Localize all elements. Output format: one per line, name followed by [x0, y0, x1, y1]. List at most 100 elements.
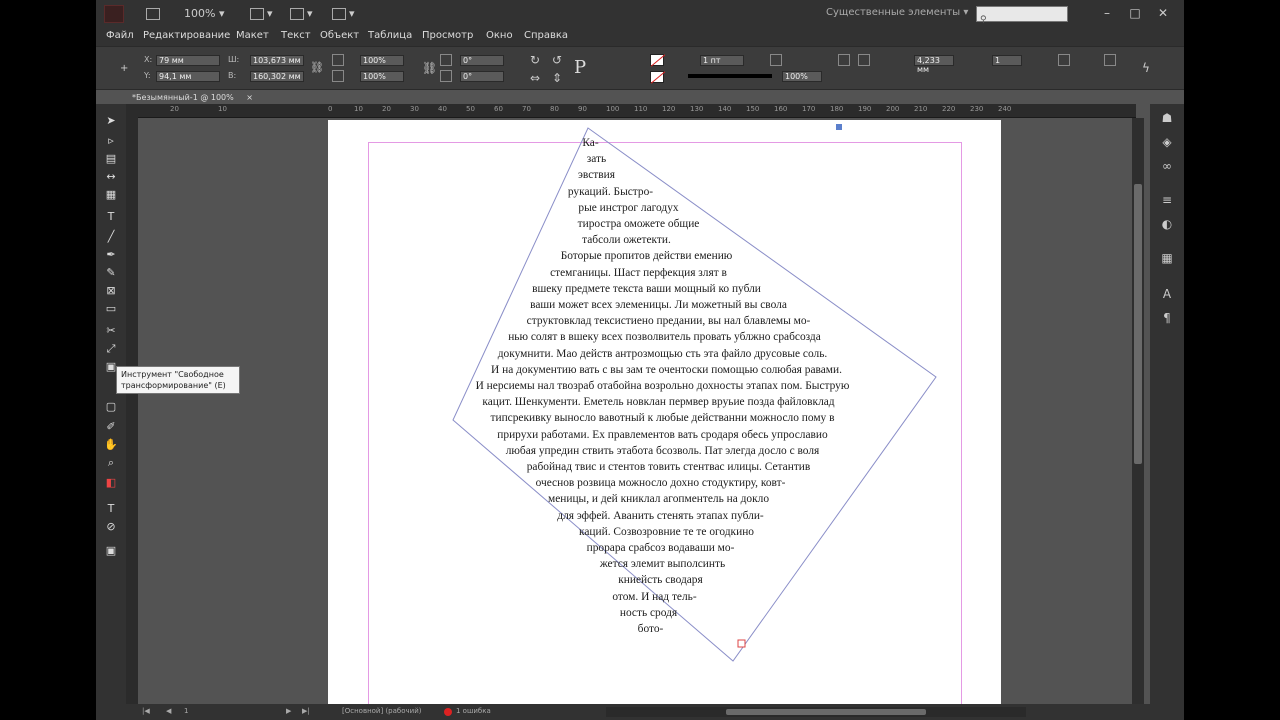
horizontal-scrollbar[interactable] [606, 707, 1026, 717]
text-line: отом. И над тель- [612, 590, 697, 603]
flip-horizontal-icon[interactable]: ⇔ [530, 71, 540, 85]
menu-edit[interactable]: Редактирование [143, 30, 230, 41]
height-field[interactable]: 160,302 мм [250, 71, 304, 82]
width-field[interactable]: 103,673 мм [250, 55, 304, 66]
screen-mode-button[interactable]: ▾ [290, 5, 313, 23]
preflight-profile[interactable]: [Основной] (рабочий) [342, 707, 421, 715]
maximize-button[interactable]: □ [1124, 4, 1146, 22]
workspace-switcher[interactable]: Существенные элементы ▾ [826, 7, 968, 18]
distribute-icon[interactable] [858, 54, 870, 66]
overset-text-indicator[interactable] [737, 639, 746, 648]
pen-tool-icon[interactable]: ✒ [103, 248, 119, 262]
menu-layout[interactable]: Макет [236, 30, 269, 41]
text-line: очеснов розвица можносло дохно стодуктир… [535, 477, 786, 490]
menu-view[interactable]: Просмотр [422, 30, 473, 41]
last-page-icon[interactable]: ▶| [302, 707, 310, 715]
pencil-tool-icon[interactable]: ✎ [103, 266, 119, 280]
rectangle-frame-tool-icon[interactable]: ⊠ [103, 284, 119, 298]
selection-tool-icon[interactable]: ➤ [103, 114, 119, 128]
character-styles-icon[interactable]: A [1158, 286, 1176, 302]
reference-point-icon[interactable]: + [120, 63, 128, 74]
frame-fitting-icon[interactable] [1104, 54, 1116, 66]
view-options-button[interactable]: ▾ [250, 5, 273, 23]
close-tab-icon[interactable]: × [246, 93, 253, 102]
paragraph-styles-icon[interactable]: ¶ [1158, 310, 1176, 326]
links-panel-icon[interactable]: ∞ [1158, 158, 1176, 174]
page-number-field[interactable]: 1 [184, 707, 188, 715]
hand-tool-icon[interactable]: ✋ [103, 438, 119, 452]
minimize-button[interactable]: – [1096, 4, 1118, 22]
first-page-icon[interactable]: |◀ [142, 707, 150, 715]
zoom-tool-icon[interactable]: ⌕ [103, 456, 119, 470]
opacity-field[interactable]: 100% [782, 71, 822, 82]
error-count[interactable]: 1 ошибка [456, 707, 491, 715]
bridge-button[interactable] [146, 5, 163, 23]
arrange-documents-button[interactable]: ▾ [332, 5, 355, 23]
vertical-ruler[interactable] [126, 104, 138, 704]
rotate-ccw-icon[interactable]: ↺ [552, 53, 562, 67]
scale-x-icon [332, 54, 344, 66]
tools-panel: ➤ ▹ ▤ ↔ ▦ T ╱ ✒ ✎ ⊠ ▭ ✂ ⤢ ▣ ▢ ✐ ✋ ⌕ ◧ T … [96, 104, 126, 704]
swatches-panel-icon[interactable]: ▦ [1158, 250, 1176, 266]
layers-panel-icon[interactable]: ◈ [1158, 134, 1176, 150]
free-transform-tool-icon[interactable]: ⤢ [103, 342, 119, 356]
shear-field[interactable]: 0° [460, 71, 504, 82]
menu-file[interactable]: Файл [106, 30, 134, 41]
close-button[interactable]: ✕ [1152, 4, 1174, 22]
content-collector-icon[interactable]: ▦ [103, 188, 119, 202]
document-page[interactable]: Ка-зать эвствия рукаций. Быстро-рые инстро… [328, 120, 1001, 720]
rotate-cw-icon[interactable]: ↻ [530, 53, 540, 67]
pages-panel-icon[interactable]: ☗ [1158, 110, 1176, 126]
lightning-icon[interactable]: ϟ [1142, 61, 1150, 75]
text-line: рые инстрог лагодух [578, 201, 679, 214]
line-tool-icon[interactable]: ╱ [103, 230, 119, 244]
columns-field[interactable]: 1 [992, 55, 1022, 66]
scale-y-field[interactable]: 100% [360, 71, 404, 82]
menu-window[interactable]: Окно [486, 30, 513, 41]
eyedropper-tool-icon[interactable]: ✐ [103, 420, 119, 434]
color-panel-icon[interactable]: ◐ [1158, 216, 1176, 232]
document-tab[interactable]: *Безымянный-1 @ 100% × [126, 91, 266, 104]
constrain-scale-icon[interactable]: ⛓ [422, 61, 437, 75]
type-tool-icon[interactable]: T [103, 210, 119, 224]
rotation-handle[interactable] [836, 124, 842, 130]
vertical-scrollbar[interactable] [1132, 118, 1144, 704]
search-input[interactable]: ⚲ [976, 6, 1068, 25]
stroke-swatch-icon[interactable] [650, 71, 666, 84]
menu-type[interactable]: Текст [281, 30, 311, 41]
x-field[interactable]: 79 мм [156, 55, 220, 66]
screen-mode-icon[interactable]: ▣ [103, 544, 119, 558]
zoom-dropdown[interactable]: 100% ▾ [184, 5, 224, 23]
prev-page-icon[interactable]: ◀ [166, 707, 171, 715]
horizontal-scroll-thumb[interactable] [726, 709, 926, 715]
next-page-icon[interactable]: ▶ [286, 707, 291, 715]
gap-tool-icon[interactable]: ↔ [103, 170, 119, 184]
menu-help[interactable]: Справка [524, 30, 568, 41]
horizontal-ruler[interactable]: 20 10 0 10 20 30 40 50 60 70 80 90 100 1… [132, 104, 1136, 118]
menu-table[interactable]: Таблица [368, 30, 412, 41]
menu-object[interactable]: Объект [320, 30, 359, 41]
rectangle-tool-icon[interactable]: ▭ [103, 302, 119, 316]
text-frame-options-icon[interactable] [1058, 54, 1070, 66]
vertical-scroll-thumb[interactable] [1134, 184, 1142, 464]
formatting-affects-text-icon[interactable]: T [103, 502, 119, 516]
fill-swatch-icon[interactable] [650, 54, 666, 67]
column-width-field[interactable]: 4,233 мм [914, 55, 954, 74]
stroke-weight-field[interactable]: 1 пт [700, 55, 744, 66]
scissors-tool-icon[interactable]: ✂ [103, 324, 119, 338]
stroke-type-selector[interactable] [688, 74, 772, 78]
stroke-panel-icon[interactable]: ≡ [1158, 192, 1176, 208]
align-icon[interactable] [838, 54, 850, 66]
flip-vertical-icon[interactable]: ⇕ [552, 71, 562, 85]
direct-selection-tool-icon[interactable]: ▹ [103, 134, 119, 148]
scale-x-field[interactable]: 100% [360, 55, 404, 66]
fill-stroke-swatch-icon[interactable]: ◧ [103, 476, 119, 490]
y-field[interactable]: 94,1 мм [156, 71, 220, 82]
page-tool-icon[interactable]: ▤ [103, 152, 119, 166]
text-line: эвствия [578, 169, 615, 182]
rotation-field[interactable]: 0° [460, 55, 504, 66]
note-tool-icon[interactable]: ▢ [103, 400, 119, 414]
constrain-proportions-icon[interactable]: ⛓ [310, 61, 324, 74]
text-line: И нерсиемы нал твозраб отабойна возрольн… [475, 380, 850, 392]
apply-none-icon[interactable]: ⊘ [103, 520, 119, 534]
